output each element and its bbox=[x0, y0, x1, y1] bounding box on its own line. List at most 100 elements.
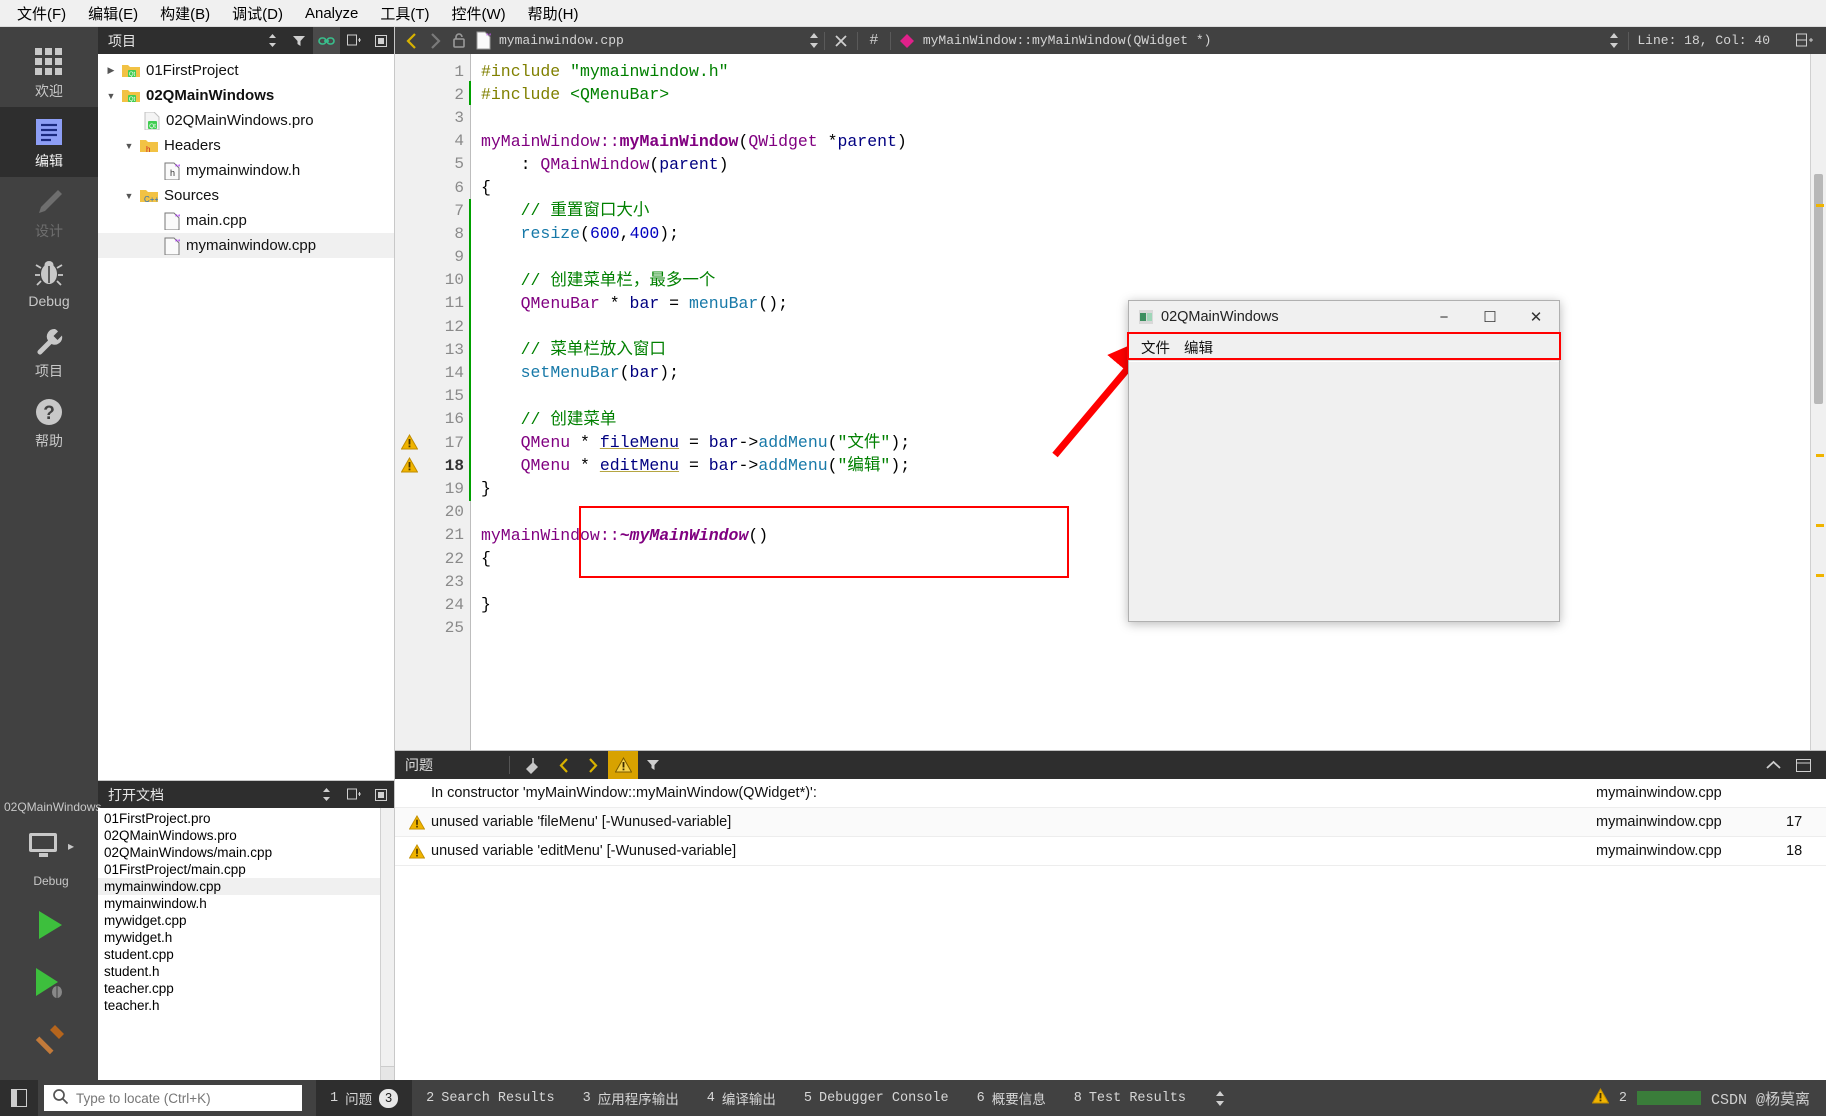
filter-icon[interactable] bbox=[638, 751, 668, 779]
gutter-line-foldable[interactable]: 5▼ bbox=[395, 153, 482, 176]
debug-run-button[interactable] bbox=[29, 954, 69, 1012]
menu-file[interactable]: 文件(F) bbox=[6, 0, 77, 27]
open-doc-item[interactable]: teacher.cpp bbox=[98, 980, 394, 997]
tree-item-01firstproject[interactable]: ▶ Qt 01FirstProject bbox=[98, 58, 394, 83]
next-issue-icon[interactable] bbox=[578, 751, 608, 779]
back-arrow-icon[interactable] bbox=[399, 29, 423, 53]
tree-item-main-cpp[interactable]: ** main.cpp bbox=[98, 208, 394, 233]
mode-design[interactable]: 设计 bbox=[0, 177, 98, 247]
forward-arrow-icon[interactable] bbox=[423, 29, 447, 53]
close-icon[interactable] bbox=[829, 29, 853, 53]
menu-help[interactable]: 帮助(H) bbox=[517, 0, 590, 27]
menu-analyze[interactable]: Analyze bbox=[294, 2, 369, 25]
issue-row[interactable]: unused variable 'editMenu' [-Wunused-var… bbox=[395, 837, 1826, 866]
menu-tools[interactable]: 工具(T) bbox=[369, 0, 440, 27]
mode-welcome-label: 欢迎 bbox=[35, 83, 63, 99]
open-doc-item[interactable]: mywidget.h bbox=[98, 929, 394, 946]
tab-general-messages[interactable]: 6 概要信息 bbox=[963, 1080, 1060, 1116]
build-button[interactable] bbox=[30, 1012, 68, 1070]
split-icon[interactable] bbox=[340, 781, 367, 808]
open-doc-item[interactable]: teacher.h bbox=[98, 997, 394, 1014]
open-doc-item[interactable]: student.h bbox=[98, 963, 394, 980]
chevron-up-icon[interactable] bbox=[1758, 751, 1788, 779]
warning-filter-icon[interactable] bbox=[608, 751, 638, 779]
open-doc-item-selected[interactable]: mymainwindow.cpp bbox=[98, 878, 394, 895]
open-file-combo[interactable]: mymainwindow.cpp bbox=[495, 33, 628, 48]
gutter-line-foldable[interactable]: 21▼ bbox=[395, 524, 482, 547]
open-doc-item[interactable]: student.cpp bbox=[98, 946, 394, 963]
close-button[interactable]: ✕ bbox=[1513, 301, 1559, 334]
menu-widgets[interactable]: 控件(W) bbox=[441, 0, 517, 27]
filter-icon[interactable] bbox=[286, 27, 313, 54]
search-input[interactable]: Type to locate (Ctrl+K) bbox=[44, 1085, 302, 1111]
sort-icon[interactable] bbox=[259, 27, 286, 54]
run-button[interactable] bbox=[30, 896, 68, 954]
gutter-line-warning[interactable]: 17 bbox=[395, 431, 470, 454]
mode-debug[interactable]: Debug bbox=[0, 247, 98, 317]
tab-application-output[interactable]: 3 应用程序输出 bbox=[569, 1080, 693, 1116]
file-combo-spinner[interactable] bbox=[808, 32, 820, 49]
open-doc-item[interactable]: mymainwindow.h bbox=[98, 895, 394, 912]
mode-edit[interactable]: 编辑 bbox=[0, 107, 98, 177]
warning-icon[interactable] bbox=[400, 457, 419, 478]
simulated-app-window[interactable]: 02QMainWindows − ☐ ✕ 文件 编辑 bbox=[1128, 300, 1560, 622]
warning-icon[interactable] bbox=[1591, 1087, 1610, 1109]
open-doc-item[interactable]: 01FirstProject.pro bbox=[98, 810, 394, 827]
tree-item-sources[interactable]: ▼ C++ Sources bbox=[98, 183, 394, 208]
issue-row[interactable]: In constructor 'myMainWindow::myMainWind… bbox=[395, 779, 1826, 808]
maximize-button[interactable]: ☐ bbox=[1467, 301, 1513, 334]
menu-edit[interactable]: 编辑(E) bbox=[77, 0, 149, 27]
open-documents-scrollbar[interactable] bbox=[380, 808, 394, 1080]
split-horizontal-icon[interactable] bbox=[1792, 29, 1816, 53]
maximize-pane-icon[interactable] bbox=[1788, 751, 1818, 779]
tab-test-results[interactable]: 8 Test Results bbox=[1060, 1080, 1200, 1116]
editor-vertical-scrollbar[interactable] bbox=[1810, 54, 1826, 750]
close-icon[interactable] bbox=[367, 781, 394, 808]
menu-debug[interactable]: 调试(D) bbox=[221, 0, 294, 27]
prev-issue-icon[interactable] bbox=[548, 751, 578, 779]
hash-icon[interactable]: # bbox=[862, 29, 886, 53]
sort-icon[interactable] bbox=[313, 781, 340, 808]
symbol-combo-spinner[interactable] bbox=[1608, 32, 1620, 49]
chevron-down-icon[interactable]: ▼ bbox=[102, 91, 120, 101]
link-icon[interactable] bbox=[313, 27, 340, 54]
open-doc-item[interactable]: 02QMainWindows/main.cpp bbox=[98, 844, 394, 861]
app-window-titlebar[interactable]: 02QMainWindows − ☐ ✕ bbox=[1129, 301, 1559, 334]
tab-issues[interactable]: 1 问题 3 bbox=[316, 1080, 413, 1116]
current-symbol[interactable]: myMainWindow::myMainWindow(QWidget *) bbox=[919, 33, 1212, 48]
toggle-sidebar-icon[interactable] bbox=[0, 1080, 38, 1116]
tree-item-headers[interactable]: ▼ h Headers bbox=[98, 133, 394, 158]
qt-file-icon: Qt bbox=[140, 111, 162, 130]
open-doc-item[interactable]: mywidget.cpp bbox=[98, 912, 394, 929]
tree-item-mymainwindow-cpp[interactable]: ** mymainwindow.cpp bbox=[98, 233, 394, 258]
mode-help[interactable]: ? 帮助 bbox=[0, 387, 98, 457]
warning-icon[interactable] bbox=[400, 433, 419, 455]
tab-label: 问题 bbox=[345, 1093, 373, 1109]
minimize-button[interactable]: − bbox=[1421, 301, 1467, 334]
clear-icon[interactable] bbox=[518, 751, 548, 779]
tree-item-02qmainwindows[interactable]: ▼ Qt 02QMainWindows bbox=[98, 83, 394, 108]
kit-selector[interactable]: ▸ bbox=[24, 818, 74, 874]
chevron-down-icon[interactable]: ▼ bbox=[120, 191, 138, 201]
split-icon[interactable] bbox=[340, 27, 367, 54]
close-icon[interactable] bbox=[367, 27, 394, 54]
unlocked-padlock-icon[interactable] bbox=[447, 29, 471, 53]
issue-row[interactable]: unused variable 'fileMenu' [-Wunused-var… bbox=[395, 808, 1826, 837]
open-doc-item[interactable]: 01FirstProject/main.cpp bbox=[98, 861, 394, 878]
tab-compile-output[interactable]: 4 编译输出 bbox=[693, 1080, 790, 1116]
menu-build[interactable]: 构建(B) bbox=[149, 0, 221, 27]
tab-debugger-console[interactable]: 5 Debugger Console bbox=[790, 1080, 963, 1116]
tab-search-results[interactable]: 2 Search Results bbox=[412, 1080, 569, 1116]
app-menu-edit[interactable]: 编辑 bbox=[1184, 337, 1213, 358]
gutter-line-warning[interactable]: 18 bbox=[395, 454, 470, 477]
chevron-right-icon[interactable]: ▶ bbox=[102, 65, 120, 76]
open-doc-item[interactable]: 02QMainWindows.pro bbox=[98, 827, 394, 844]
app-menu-file[interactable]: 文件 bbox=[1141, 337, 1170, 358]
tree-item-mymainwindow-h[interactable]: h ** mymainwindow.h bbox=[98, 158, 394, 183]
output-pane-spinner[interactable] bbox=[1200, 1080, 1240, 1116]
line-col-text[interactable]: Line: 18, Col: 40 bbox=[1637, 33, 1770, 48]
mode-projects[interactable]: 项目 bbox=[0, 317, 98, 387]
tree-item-pro-file[interactable]: Qt 02QMainWindows.pro bbox=[98, 108, 394, 133]
mode-welcome[interactable]: 欢迎 bbox=[0, 37, 98, 107]
chevron-down-icon[interactable]: ▼ bbox=[120, 141, 138, 151]
